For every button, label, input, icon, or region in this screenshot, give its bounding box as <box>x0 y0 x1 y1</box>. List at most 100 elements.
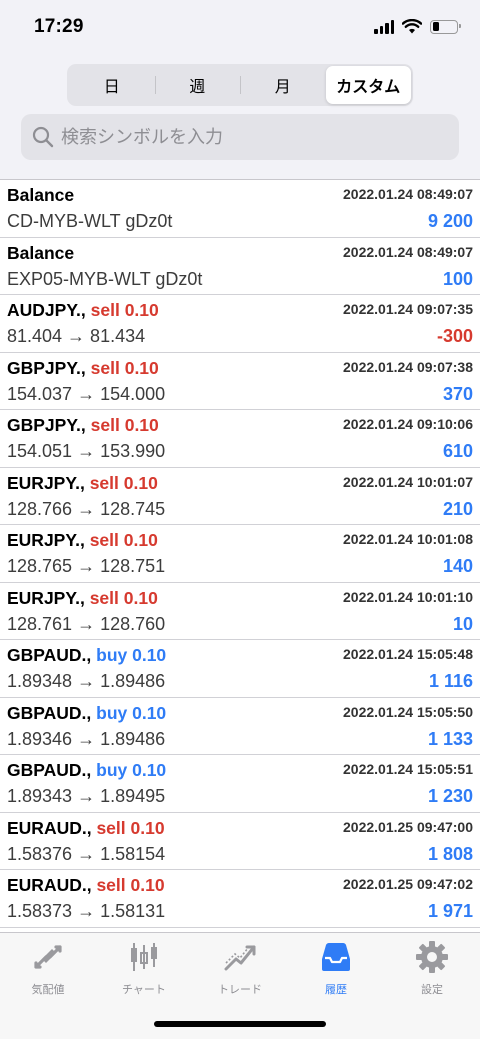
history-row[interactable]: Balance 2022.01.24 08:49:07 CD-MYB-WLT gDz… <box>0 180 480 238</box>
search-icon <box>32 126 54 148</box>
history-row-description: 1.89346 → 1.89486 <box>7 728 166 749</box>
history-row-symbol: EURAUD., <box>7 875 97 895</box>
history-row-description: 128.761 → 128.760 <box>7 613 166 634</box>
tab-history[interactable]: 履歴 <box>288 939 384 997</box>
period-tab-custom[interactable]: カスタム <box>325 66 411 104</box>
history-row-description: 128.766 → 128.745 <box>7 498 166 519</box>
period-tab-day[interactable]: 日 <box>69 66 155 104</box>
history-row-title: Balance <box>7 185 74 206</box>
history-row-title: EURJPY., sell 0.10 <box>7 473 158 494</box>
home-indicator[interactable] <box>154 1021 326 1027</box>
history-row-profit: 10 <box>452 613 473 634</box>
history-row[interactable]: GBPJPY., sell 0.10 2022.01.24 09:10:06 154… <box>0 410 480 468</box>
history-row-side: sell 0.10 <box>90 300 159 320</box>
history-row-profit: 1 116 <box>428 671 473 691</box>
cellular-signal-icon <box>374 19 394 34</box>
history-row-side: buy 0.10 <box>96 760 167 780</box>
period-tab-week[interactable]: 週 <box>154 66 241 104</box>
status-time: 17:29 <box>34 16 84 37</box>
history-row-description: 1.89348 → 1.89486 <box>7 671 166 691</box>
history-row-description: EXP05-MYB-WLT gDz0t <box>7 268 203 289</box>
history-row-description: 128.765 → 128.751 <box>7 556 166 576</box>
history-row-title: GBPAUD., buy 0.10 <box>7 703 166 724</box>
tab-chart[interactable]: チャート <box>96 939 192 997</box>
history-row-profit: 1 971 <box>427 901 473 921</box>
history-row-symbol: GBPAUD., <box>7 645 97 665</box>
candlestick-chart-icon <box>131 943 157 971</box>
tab-trade[interactable]: トレード <box>192 939 288 997</box>
history-row-profit: 100 <box>442 268 473 289</box>
history-row[interactable]: Balance 2022.01.24 08:49:07 EXP05-MYB-WLT … <box>0 238 480 295</box>
history-row-symbol: EURJPY., <box>7 530 90 550</box>
history-row-symbol: Balance <box>7 242 75 263</box>
history-row-description: 1.89343 → 1.89495 <box>7 786 166 806</box>
history-row-description: 1.58373 → 1.58131 <box>7 901 166 921</box>
history-row-title: GBPJPY., sell 0.10 <box>7 415 159 436</box>
history-row-profit: 1 133 <box>427 728 473 749</box>
history-row-symbol: GBPJPY., <box>7 415 91 435</box>
history-row-date: 2022.01.24 15:05:50 <box>343 703 473 720</box>
trade-line-icon <box>224 945 256 971</box>
search-input[interactable] <box>61 126 441 148</box>
history-row[interactable]: EURJPY., sell 0.10 2022.01.24 10:01:10 128… <box>0 583 480 640</box>
history-row-description: 81.404 → 81.434 <box>7 326 146 346</box>
history-row[interactable]: GBPAUD., buy 0.10 2022.01.24 15:05:48 1.89… <box>0 640 480 698</box>
history-row[interactable]: EURAUD., sell 0.10 2022.01.25 09:47:02 1.5… <box>0 870 480 928</box>
history-row-profit: 370 <box>442 383 473 404</box>
status-bar: 17:29 <box>0 0 480 56</box>
tab-settings[interactable]: 設定 <box>384 939 480 997</box>
history-row-side: sell 0.10 <box>90 357 159 378</box>
tab-quotes[interactable]: 気配値 <box>0 939 96 997</box>
history-row-date: 2022.01.25 09:47:02 <box>343 876 473 892</box>
tab-label-settings: 設定 <box>421 984 443 996</box>
history-row-title: EURAUD., sell 0.10 <box>7 818 165 839</box>
history-row-profit: 140 <box>442 556 473 576</box>
history-row-title: GBPAUD., buy 0.10 <box>7 760 166 781</box>
history-row-date: 2022.01.24 09:07:38 <box>343 358 473 375</box>
period-segmented-control: 日 週 月 カスタム <box>67 64 413 106</box>
history-row[interactable]: EURJPY., sell 0.10 2022.01.24 10:01:07 128… <box>0 468 480 525</box>
history-row-side: sell 0.10 <box>96 875 165 895</box>
history-row-description: 1.58376 → 1.58154 <box>7 843 166 864</box>
history-row-side: sell 0.10 <box>89 530 158 550</box>
history-row-side: buy 0.10 <box>96 702 167 723</box>
history-row-title: EURJPY., sell 0.10 <box>7 530 158 551</box>
history-row-title: GBPJPY., sell 0.10 <box>7 358 159 379</box>
history-row-symbol: Balance <box>7 185 75 205</box>
history-row-side: sell 0.10 <box>89 587 158 608</box>
tab-label-trade: トレード <box>218 984 262 996</box>
history-row[interactable]: GBPAUD., buy 0.10 2022.01.24 15:05:51 1.89… <box>0 755 480 813</box>
history-row-description: 154.051 → 153.990 <box>7 441 166 461</box>
history-row-date: 2022.01.24 08:49:07 <box>343 186 473 202</box>
history-list: Balance 2022.01.24 08:49:07 CD-MYB-WLT gDz… <box>0 179 480 932</box>
history-row-description: CD-MYB-WLT gDz0t <box>7 211 173 231</box>
history-inbox-icon <box>322 943 350 971</box>
history-row[interactable]: EURJPY., sell 0.10 2022.01.24 10:01:08 128… <box>0 525 480 583</box>
history-row[interactable]: AUDJPY., sell 0.10 2022.01.24 09:07:35 81.… <box>0 295 480 353</box>
period-tab-month[interactable]: 月 <box>240 66 326 104</box>
history-row-side: sell 0.10 <box>96 817 165 838</box>
history-row-description: 154.037 → 154.000 <box>7 383 166 404</box>
history-row-title: EURAUD., sell 0.10 <box>7 875 165 896</box>
history-row[interactable]: EURAUD., sell 0.10 2022.01.25 09:47:00 1.5… <box>0 813 480 870</box>
history-row-date: 2022.01.24 10:01:07 <box>343 473 473 490</box>
history-row-date: 2022.01.24 09:10:06 <box>343 416 473 432</box>
history-row-symbol: EURJPY., <box>7 472 90 493</box>
quotes-arrows-icon <box>34 945 62 969</box>
tab-label-quotes: 気配値 <box>31 984 65 996</box>
status-icons <box>374 19 461 34</box>
history-row-title: GBPAUD., buy 0.10 <box>7 645 166 666</box>
history-row-side: sell 0.10 <box>90 415 159 435</box>
history-row-symbol: EURAUD., <box>7 817 97 838</box>
history-row-title: EURJPY., sell 0.10 <box>7 588 158 609</box>
tab-label-chart: チャート <box>122 984 166 996</box>
search-bar[interactable] <box>21 114 459 160</box>
history-row[interactable]: GBPAUD., buy 0.10 2022.01.24 15:05:50 1.89… <box>0 698 480 755</box>
history-row-title: Balance <box>7 243 74 264</box>
history-row-symbol: GBPAUD., <box>7 760 97 780</box>
history-row-symbol: GBPAUD., <box>7 702 97 723</box>
history-row-date: 2022.01.24 15:05:48 <box>343 646 473 662</box>
history-row[interactable]: GBPJPY., sell 0.10 2022.01.24 09:07:38 154… <box>0 353 480 410</box>
settings-gear-icon <box>416 941 448 973</box>
history-row-symbol: EURJPY., <box>7 587 90 608</box>
